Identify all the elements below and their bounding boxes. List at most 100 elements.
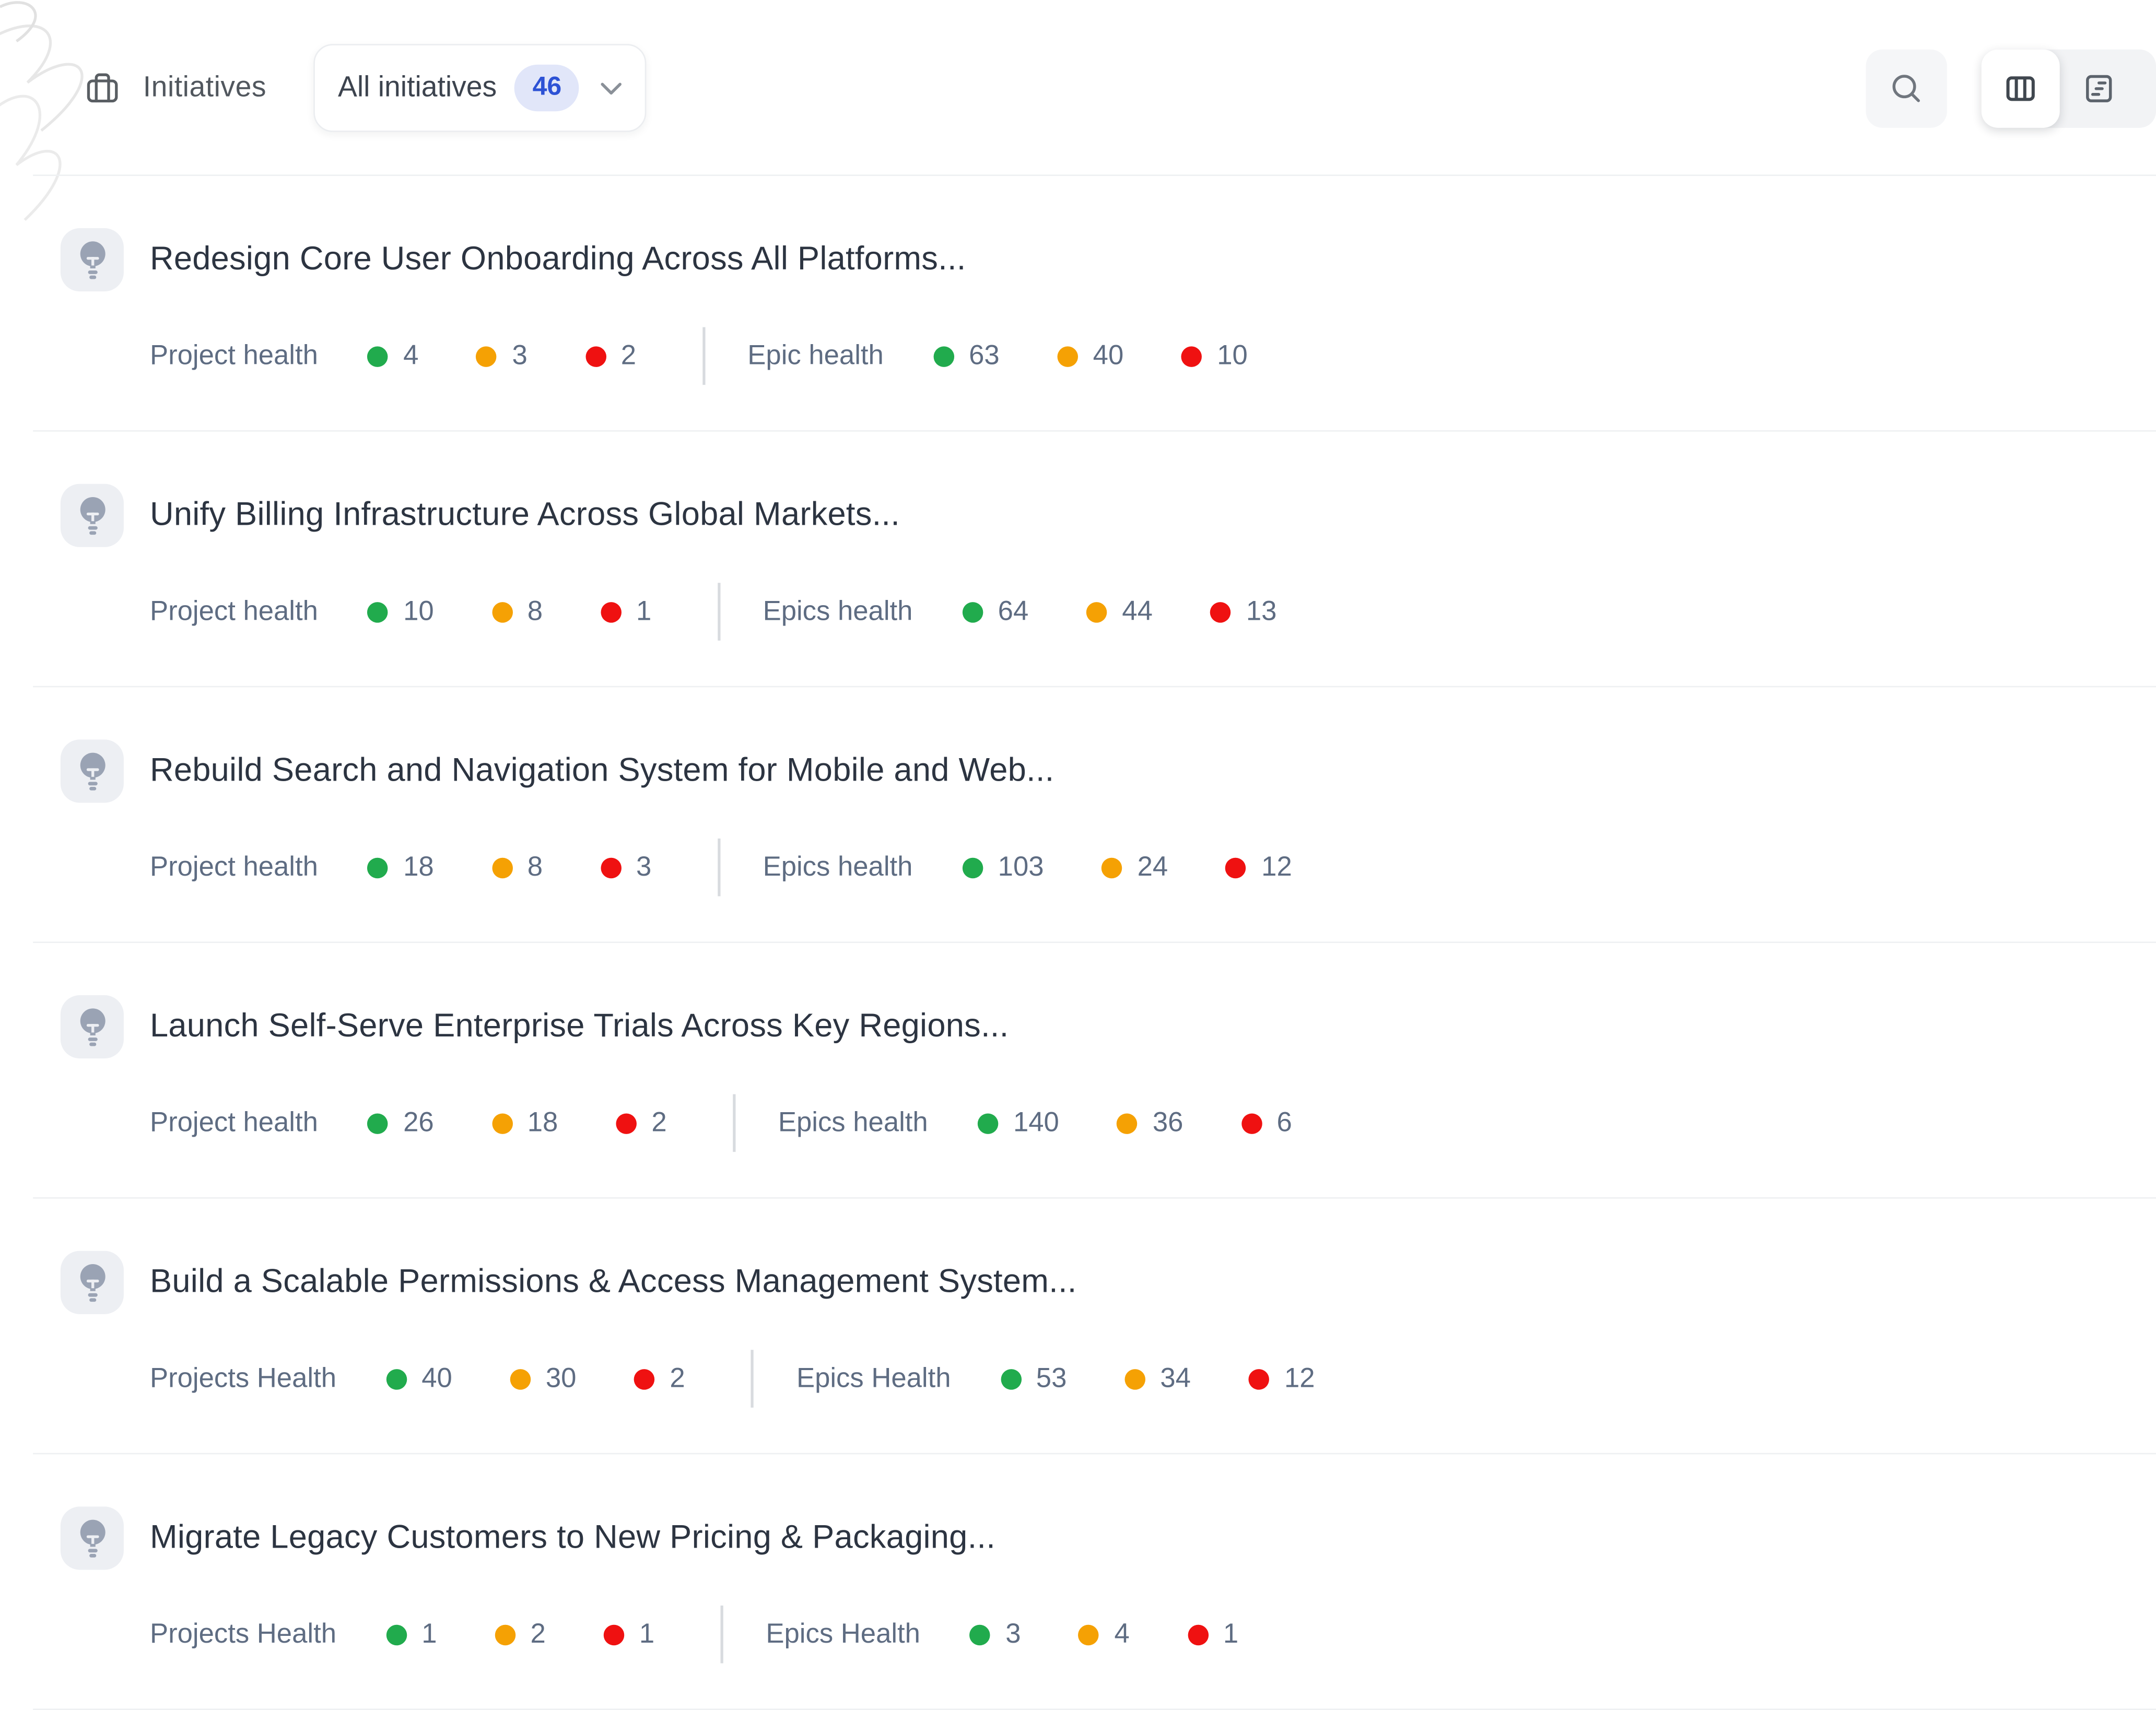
epic-health-on-track: 53: [1000, 1363, 1067, 1395]
project-health-off-track: 1: [603, 1619, 654, 1650]
orange-dot-icon: [510, 1369, 530, 1389]
green-dot-icon: [386, 1624, 406, 1644]
epic-health-at-risk: 34: [1124, 1363, 1191, 1395]
red-dot-icon: [603, 1624, 624, 1644]
lightbulb-icon: [61, 1506, 124, 1570]
columns-icon: [2003, 71, 2038, 105]
orange-dot-icon: [495, 1624, 515, 1644]
project-health-on-track: 26: [368, 1107, 434, 1139]
orange-dot-icon: [476, 346, 497, 366]
lightbulb-icon: [61, 739, 124, 803]
health-divider: [718, 839, 720, 897]
orange-dot-icon: [1102, 857, 1122, 877]
search-button[interactable]: [1866, 49, 1947, 127]
green-dot-icon: [368, 857, 388, 877]
project-health-label: Project health: [150, 1107, 318, 1139]
epic-health-at-risk: 4: [1079, 1619, 1130, 1650]
health-summary: Project health 4 3 2 Epic health 63 40 1…: [150, 327, 1305, 385]
project-health-label: Project health: [150, 852, 318, 883]
page-title: Initiatives: [143, 72, 266, 104]
green-dot-icon: [970, 1624, 990, 1644]
project-health-at-risk: 3: [476, 340, 528, 372]
initiative-row[interactable]: Rebuild Search and Navigation System for…: [33, 687, 2156, 943]
lightbulb-icon: [61, 228, 124, 291]
initiative-row[interactable]: Build a Scalable Permissions & Access Ma…: [33, 1199, 2156, 1455]
epic-health-off-track: 12: [1249, 1363, 1315, 1395]
epic-health-off-track: 1: [1187, 1619, 1238, 1650]
initiative-title[interactable]: Migrate Legacy Customers to New Pricing …: [150, 1506, 1296, 1570]
initiatives-filter-dropdown[interactable]: All initiatives 46: [313, 44, 647, 132]
initiative-row[interactable]: Migrate Legacy Customers to New Pricing …: [33, 1454, 2156, 1710]
initiative-title[interactable]: Build a Scalable Permissions & Access Ma…: [150, 1251, 1373, 1314]
initiative-title[interactable]: Launch Self-Serve Enterprise Trials Acro…: [150, 995, 1350, 1058]
green-dot-icon: [368, 1113, 388, 1133]
health-divider: [718, 583, 720, 641]
red-dot-icon: [1241, 1113, 1261, 1133]
red-dot-icon: [1181, 346, 1202, 366]
epic-health-on-track: 103: [962, 852, 1044, 883]
project-health-off-track: 2: [585, 340, 636, 372]
orange-dot-icon: [1057, 346, 1077, 366]
orange-dot-icon: [1117, 1113, 1137, 1133]
lightbulb-icon: [61, 484, 124, 547]
red-dot-icon: [1226, 857, 1246, 877]
orange-dot-icon: [1079, 1624, 1099, 1644]
project-health-on-track: 40: [386, 1363, 452, 1395]
header-toolbar: [1866, 49, 2156, 127]
gantt-view-button[interactable]: [2060, 49, 2138, 127]
initiative-title[interactable]: Unify Billing Infrastructure Across Glob…: [150, 484, 1334, 547]
project-health-off-track: 2: [616, 1107, 667, 1139]
green-dot-icon: [962, 602, 982, 622]
green-dot-icon: [386, 1369, 406, 1389]
header: Initiatives All initiatives 46: [0, 0, 2156, 176]
lightbulb-icon: [61, 995, 124, 1058]
columns-view-button[interactable]: [1982, 49, 2060, 127]
initiative-row[interactable]: Unify Billing Infrastructure Across Glob…: [33, 432, 2156, 688]
orange-dot-icon: [491, 857, 512, 877]
initiative-title[interactable]: Rebuild Search and Navigation System for…: [150, 739, 1350, 803]
epic-health-label: Epics Health: [766, 1619, 920, 1650]
project-health-label: Projects Health: [150, 1619, 336, 1650]
red-dot-icon: [1249, 1369, 1269, 1389]
project-health-off-track: 1: [601, 596, 652, 628]
initiatives-page: Initiatives All initiatives 46: [0, 0, 2156, 1647]
project-health-label: Project health: [150, 340, 318, 372]
green-dot-icon: [368, 602, 388, 622]
epic-health-on-track: 3: [970, 1619, 1021, 1650]
health-divider: [733, 1094, 735, 1152]
project-health-off-track: 2: [634, 1363, 685, 1395]
epic-health-label: Epics health: [763, 852, 913, 883]
epic-health-label: Epics health: [778, 1107, 928, 1139]
epic-health-on-track: 64: [962, 596, 1028, 628]
initiative-title[interactable]: Redesign Core User Onboarding Across All…: [150, 228, 1305, 291]
filter-label: All initiatives: [338, 72, 497, 104]
orange-dot-icon: [1086, 602, 1107, 622]
health-summary: Project health 26 18 2 Epics health 140 …: [150, 1094, 1350, 1152]
epic-health-label: Epics health: [763, 596, 913, 628]
red-dot-icon: [1210, 602, 1231, 622]
project-health-at-risk: 30: [510, 1363, 576, 1395]
project-health-at-risk: 2: [495, 1619, 546, 1650]
initiative-row[interactable]: Launch Self-Serve Enterprise Trials Acro…: [33, 943, 2156, 1199]
health-summary: Projects Health 40 30 2 Epics Health 53 …: [150, 1350, 1373, 1408]
epic-health-on-track: 140: [978, 1107, 1059, 1139]
green-dot-icon: [978, 1113, 998, 1133]
epic-health-at-risk: 40: [1057, 340, 1123, 372]
orange-dot-icon: [491, 602, 512, 622]
green-dot-icon: [1000, 1369, 1021, 1389]
project-health-label: Project health: [150, 596, 318, 628]
red-dot-icon: [1187, 1624, 1208, 1644]
health-summary: Project health 18 8 3 Epics health 103 2…: [150, 839, 1350, 897]
initiative-row[interactable]: Redesign Core User Onboarding Across All…: [33, 176, 2156, 432]
orange-dot-icon: [1124, 1369, 1145, 1389]
red-dot-icon: [601, 857, 621, 877]
epic-health-at-risk: 36: [1117, 1107, 1183, 1139]
project-health-off-track: 3: [601, 852, 652, 883]
epic-health-label: Epics Health: [796, 1363, 951, 1395]
epic-health-off-track: 13: [1210, 596, 1276, 628]
epic-health-off-track: 6: [1241, 1107, 1292, 1139]
project-health-on-track: 18: [368, 852, 434, 883]
orange-dot-icon: [491, 1113, 512, 1133]
project-health-label: Projects Health: [150, 1363, 336, 1395]
initiatives-list: Redesign Core User Onboarding Across All…: [33, 176, 2156, 1710]
